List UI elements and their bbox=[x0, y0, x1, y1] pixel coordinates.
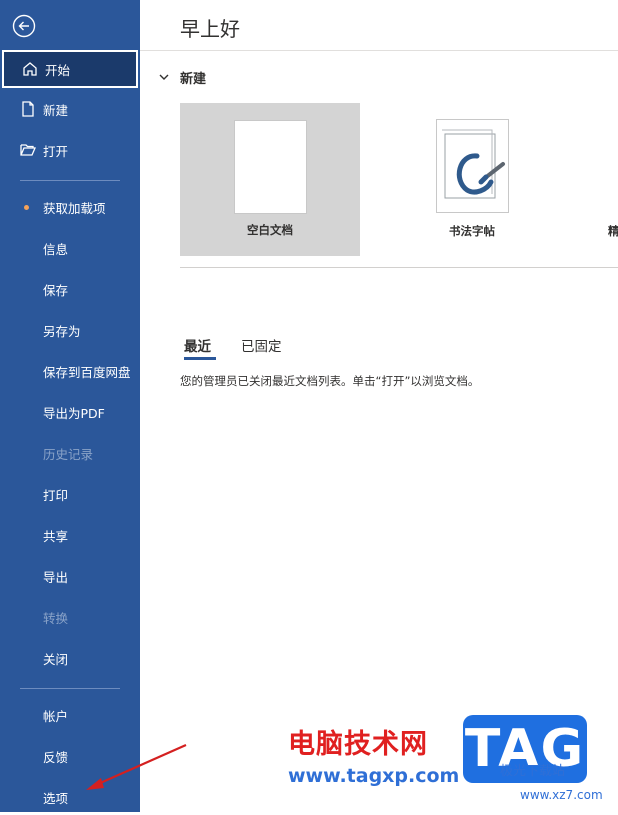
watermark-title: 电脑技术网 bbox=[288, 729, 428, 760]
sidebar-divider bbox=[20, 688, 120, 689]
backstage-main: 早上好 新建 空白文档 书法字帖 精 最近 已固定 您的管理员已关闭最近文档列表… bbox=[140, 0, 618, 812]
tab-pinned[interactable]: 已固定 bbox=[241, 335, 282, 355]
template-label: 书法字帖 bbox=[449, 224, 495, 238]
home-icon bbox=[23, 62, 37, 76]
nav-transform-label: 转换 bbox=[43, 610, 69, 626]
template-label-truncated: 精 bbox=[608, 224, 618, 238]
nav-feedback[interactable]: 反馈 bbox=[0, 738, 140, 774]
nav-options[interactable]: 选项 bbox=[0, 779, 140, 815]
nav-export[interactable]: 导出 bbox=[0, 558, 140, 594]
notification-dot bbox=[24, 205, 29, 210]
watermark-site: 极光下载站 bbox=[500, 764, 566, 779]
nav-open[interactable]: 打开 bbox=[0, 132, 140, 168]
nav-new-label: 新建 bbox=[43, 102, 69, 118]
nav-get-addins-label: 获取加载项 bbox=[43, 200, 106, 216]
nav-account-label: 帐户 bbox=[43, 708, 69, 724]
nav-transform: 转换 bbox=[0, 599, 140, 635]
watermark-url: www.tagxp.com bbox=[288, 765, 460, 787]
nav-history-label: 历史记录 bbox=[43, 446, 94, 462]
nav-close[interactable]: 关闭 bbox=[0, 640, 140, 676]
nav-get-addins[interactable]: 获取加载项 bbox=[0, 189, 140, 225]
open-folder-icon bbox=[20, 144, 36, 156]
nav-save-to-baidu-label: 保存到百度网盘 bbox=[43, 364, 131, 380]
backstage-sidebar: 开始 新建 打开 获取加载项 信息 保存 另存为 保存到百度网盘 导出为PDF … bbox=[0, 0, 140, 812]
tab-active-indicator bbox=[184, 357, 216, 360]
sidebar-divider bbox=[20, 180, 120, 181]
nav-print-label: 打印 bbox=[43, 487, 69, 503]
nav-export-pdf-label: 导出为PDF bbox=[43, 405, 105, 421]
template-label: 空白文档 bbox=[247, 223, 293, 237]
nav-history: 历史记录 bbox=[0, 435, 140, 471]
nav-export-pdf[interactable]: 导出为PDF bbox=[0, 394, 140, 430]
template-calligraphy-thumbnail[interactable] bbox=[436, 119, 509, 213]
watermark-site-url: www.xz7.com bbox=[520, 788, 603, 802]
recent-disabled-notice: 您的管理员已关闭最近文档列表。单击“打开”以浏览文档。 bbox=[180, 374, 480, 388]
nav-share[interactable]: 共享 bbox=[0, 517, 140, 553]
header-divider bbox=[140, 50, 618, 51]
template-blank-document[interactable]: 空白文档 bbox=[180, 103, 360, 256]
nav-save-to-baidu[interactable]: 保存到百度网盘 bbox=[0, 353, 140, 389]
nav-home[interactable]: 开始 bbox=[2, 50, 138, 88]
nav-info-label: 信息 bbox=[43, 241, 69, 257]
blank-page-thumbnail bbox=[234, 120, 307, 214]
nav-save-as[interactable]: 另存为 bbox=[0, 312, 140, 348]
nav-account[interactable]: 帐户 bbox=[0, 697, 140, 733]
nav-feedback-label: 反馈 bbox=[43, 749, 69, 765]
nav-share-label: 共享 bbox=[43, 528, 69, 544]
nav-new[interactable]: 新建 bbox=[0, 91, 140, 127]
chevron-down-icon[interactable] bbox=[158, 71, 170, 83]
nav-options-label: 选项 bbox=[43, 790, 69, 806]
nav-save[interactable]: 保存 bbox=[0, 271, 140, 307]
nav-save-label: 保存 bbox=[43, 282, 69, 298]
nav-export-label: 导出 bbox=[43, 569, 69, 585]
page-title: 早上好 bbox=[180, 17, 240, 41]
back-arrow-icon[interactable] bbox=[12, 14, 36, 38]
new-section-title: 新建 bbox=[180, 72, 207, 87]
nav-print[interactable]: 打印 bbox=[0, 476, 140, 512]
tab-recent[interactable]: 最近 bbox=[184, 335, 211, 355]
nav-info[interactable]: 信息 bbox=[0, 230, 140, 266]
nav-close-label: 关闭 bbox=[43, 651, 69, 667]
new-document-icon bbox=[22, 101, 34, 117]
calligraphy-brush-icon bbox=[442, 129, 505, 199]
nav-home-label: 开始 bbox=[45, 62, 71, 78]
nav-save-as-label: 另存为 bbox=[43, 323, 81, 339]
nav-open-label: 打开 bbox=[43, 143, 69, 159]
templates-divider bbox=[180, 267, 618, 268]
